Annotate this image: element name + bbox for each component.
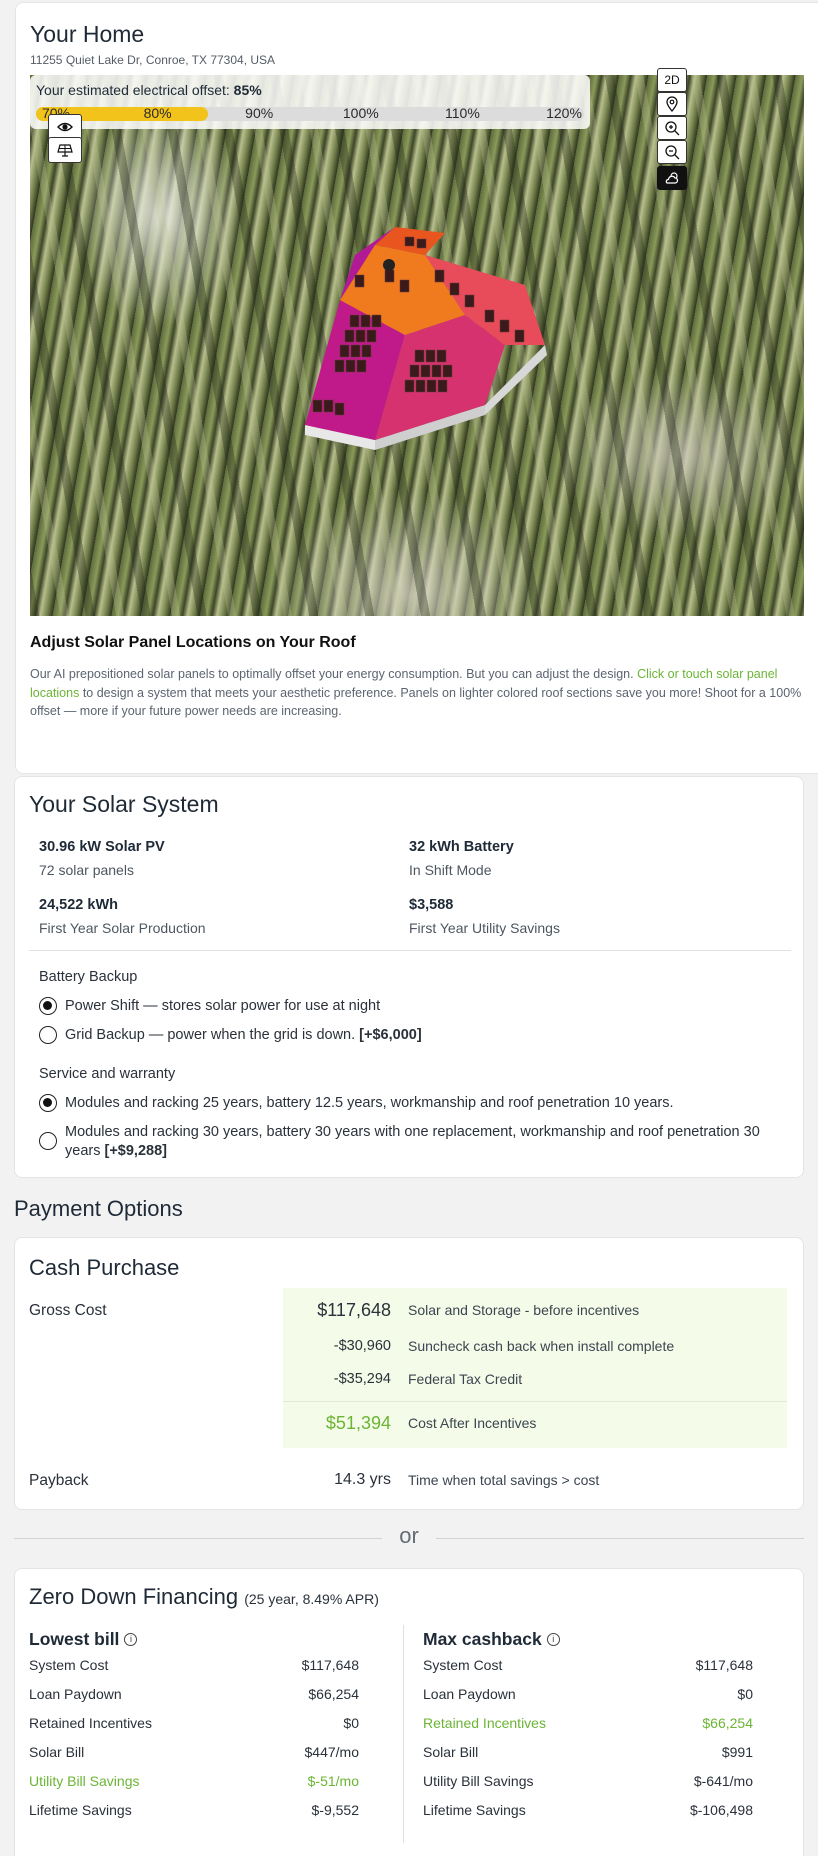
cash-purchase-card: Cash Purchase Gross Cost $117,648 Solar … — [14, 1237, 804, 1510]
divider — [283, 1401, 787, 1402]
warranty-option-standard[interactable]: Modules and racking 25 years, battery 12… — [39, 1094, 779, 1113]
fin-row-label: Lifetime Savings — [29, 1802, 132, 1818]
net-cost-value: $51,394 — [325, 1413, 391, 1433]
fin-row-value: $447/mo — [304, 1744, 359, 1760]
fin-row-label: Lifetime Savings — [423, 1802, 526, 1818]
offset-tick: 120% — [546, 105, 582, 121]
fin-row-label: Utility Bill Savings — [29, 1773, 140, 1789]
fin-row-value: $117,648 — [695, 1657, 753, 1673]
offset-tick: 90% — [245, 105, 274, 121]
view-2d-button[interactable]: 2D — [657, 68, 687, 92]
financing-card: Zero Down Financing (25 year, 8.49% APR)… — [14, 1568, 804, 1856]
fin-row-label: Utility Bill Savings — [423, 1773, 534, 1789]
offset-label: Your estimated electrical offset: — [36, 82, 234, 98]
lowest-bill-column: Lowest bill i System Cost $117,648 Loan Pay… — [29, 1629, 359, 1818]
financing-subtitle: (25 year, 8.49% APR) — [244, 1591, 379, 1607]
gross-cost-value: $117,648 — [317, 1300, 391, 1320]
payback-label: Payback — [29, 1472, 89, 1489]
radio-button[interactable] — [39, 1132, 57, 1150]
offset-tick: 80% — [143, 105, 172, 121]
info-icon[interactable]: i — [546, 1633, 560, 1646]
fin-row-value: $0 — [343, 1715, 359, 1731]
battery-option-power-shift[interactable]: Power Shift — stores solar power for use… — [39, 997, 380, 1016]
lowest-bill-title: Lowest bill — [29, 1629, 120, 1649]
offset-panel: Your estimated electrical offset: 85% 70… — [30, 75, 590, 129]
fin-row-value: $-51/mo — [307, 1773, 359, 1789]
financing-title: Zero Down Financing — [29, 1584, 239, 1609]
fin-row-value: $-9,552 — [311, 1802, 359, 1818]
suncheck-value: -$30,960 — [333, 1338, 391, 1354]
offset-tick: 110% — [445, 105, 480, 121]
stat-battery: 32 kWh Battery In Shift Mode — [409, 839, 514, 878]
info-icon[interactable]: i — [124, 1633, 138, 1646]
offset-value: 85% — [233, 82, 262, 98]
fin-row-value: $66,254 — [308, 1686, 359, 1702]
fin-row-value: $66,254 — [702, 1715, 753, 1731]
radio-button[interactable] — [39, 1026, 57, 1044]
weather-icon[interactable] — [657, 166, 687, 190]
adjust-title: Adjust Solar Panel Locations on Your Roo… — [30, 634, 356, 651]
or-separator: or — [14, 1523, 804, 1550]
stat-utility-savings: $3,588 First Year Utility Savings — [409, 897, 560, 936]
fin-row-value: $991 — [721, 1744, 753, 1760]
payback-value: 14.3 yrs — [334, 1471, 391, 1488]
home-address: 11255 Quiet Lake Dr, Conroe, TX 77304, U… — [30, 53, 276, 67]
net-cost-desc: Cost After Incentives — [408, 1415, 537, 1431]
cash-purchase-title: Cash Purchase — [29, 1255, 180, 1280]
fin-row-label: System Cost — [29, 1657, 109, 1673]
fin-row-label: Solar Bill — [423, 1744, 479, 1760]
house-roof-model[interactable] — [285, 225, 555, 455]
stat-production: 24,522 kWh First Year Solar Production — [39, 897, 206, 936]
divider — [29, 950, 791, 951]
stat-solar-pv: 30.96 kW Solar PV 72 solar panels — [39, 839, 165, 878]
suncheck-desc: Suncheck cash back when install complete — [408, 1338, 675, 1354]
radio-button[interactable] — [39, 1094, 57, 1112]
home-title: Your Home — [30, 21, 145, 47]
payment-options-title: Payment Options — [14, 1196, 183, 1221]
fin-row-label: Loan Paydown — [29, 1686, 122, 1702]
max-cashback-title: Max cashback — [423, 1629, 542, 1649]
fin-row-label: Retained Incentives — [29, 1715, 152, 1731]
gross-cost-label: Gross Cost — [29, 1302, 107, 1319]
zoom-out-icon[interactable] — [657, 140, 687, 164]
battery-option-grid-backup[interactable]: Grid Backup — power when the grid is dow… — [39, 1026, 422, 1045]
divider — [403, 1625, 404, 1843]
battery-backup-label: Battery Backup — [39, 969, 138, 985]
home-card: Your Home 11255 Quiet Lake Dr, Conroe, T… — [15, 2, 818, 774]
fin-row-value: $-641/mo — [693, 1773, 753, 1789]
solar-system-title: Your Solar System — [29, 791, 219, 817]
solar-panel-icon[interactable] — [48, 137, 82, 163]
tax-credit-value: -$35,294 — [333, 1371, 391, 1387]
warranty-option-extended[interactable]: Modules and racking 30 years, battery 30… — [39, 1123, 779, 1161]
roof-3d-map[interactable] — [30, 75, 804, 616]
offset-ticks: 70% 80% 90% 100% 110% 120% — [36, 105, 584, 123]
zoom-in-icon[interactable] — [657, 116, 687, 140]
fin-row-label: Loan Paydown — [423, 1686, 516, 1702]
fin-row-value: $0 — [737, 1686, 753, 1702]
fin-row-label: System Cost — [423, 1657, 503, 1673]
fin-row-value: $117,648 — [301, 1657, 359, 1673]
fin-row-value: $-106,498 — [689, 1802, 753, 1818]
gross-cost-desc: Solar and Storage - before incentives — [408, 1302, 640, 1318]
fin-row-label: Retained Incentives — [423, 1715, 546, 1731]
adjust-description: Our AI prepositioned solar panels to opt… — [30, 667, 802, 718]
payback-desc: Time when total savings > cost — [408, 1472, 600, 1488]
fin-row-label: Solar Bill — [29, 1744, 85, 1760]
offset-tick: 100% — [342, 105, 379, 121]
tax-credit-desc: Federal Tax Credit — [408, 1371, 523, 1387]
or-text: or — [399, 1523, 419, 1548]
location-pin-icon[interactable] — [657, 92, 687, 116]
radio-button[interactable] — [39, 997, 57, 1015]
warranty-label: Service and warranty — [39, 1066, 176, 1082]
max-cashback-column: Max cashback i System Cost $117,648 Loan Pa… — [423, 1629, 753, 1818]
solar-system-card: Your Solar System 30.96 kW Solar PV 72 s… — [14, 776, 804, 1178]
